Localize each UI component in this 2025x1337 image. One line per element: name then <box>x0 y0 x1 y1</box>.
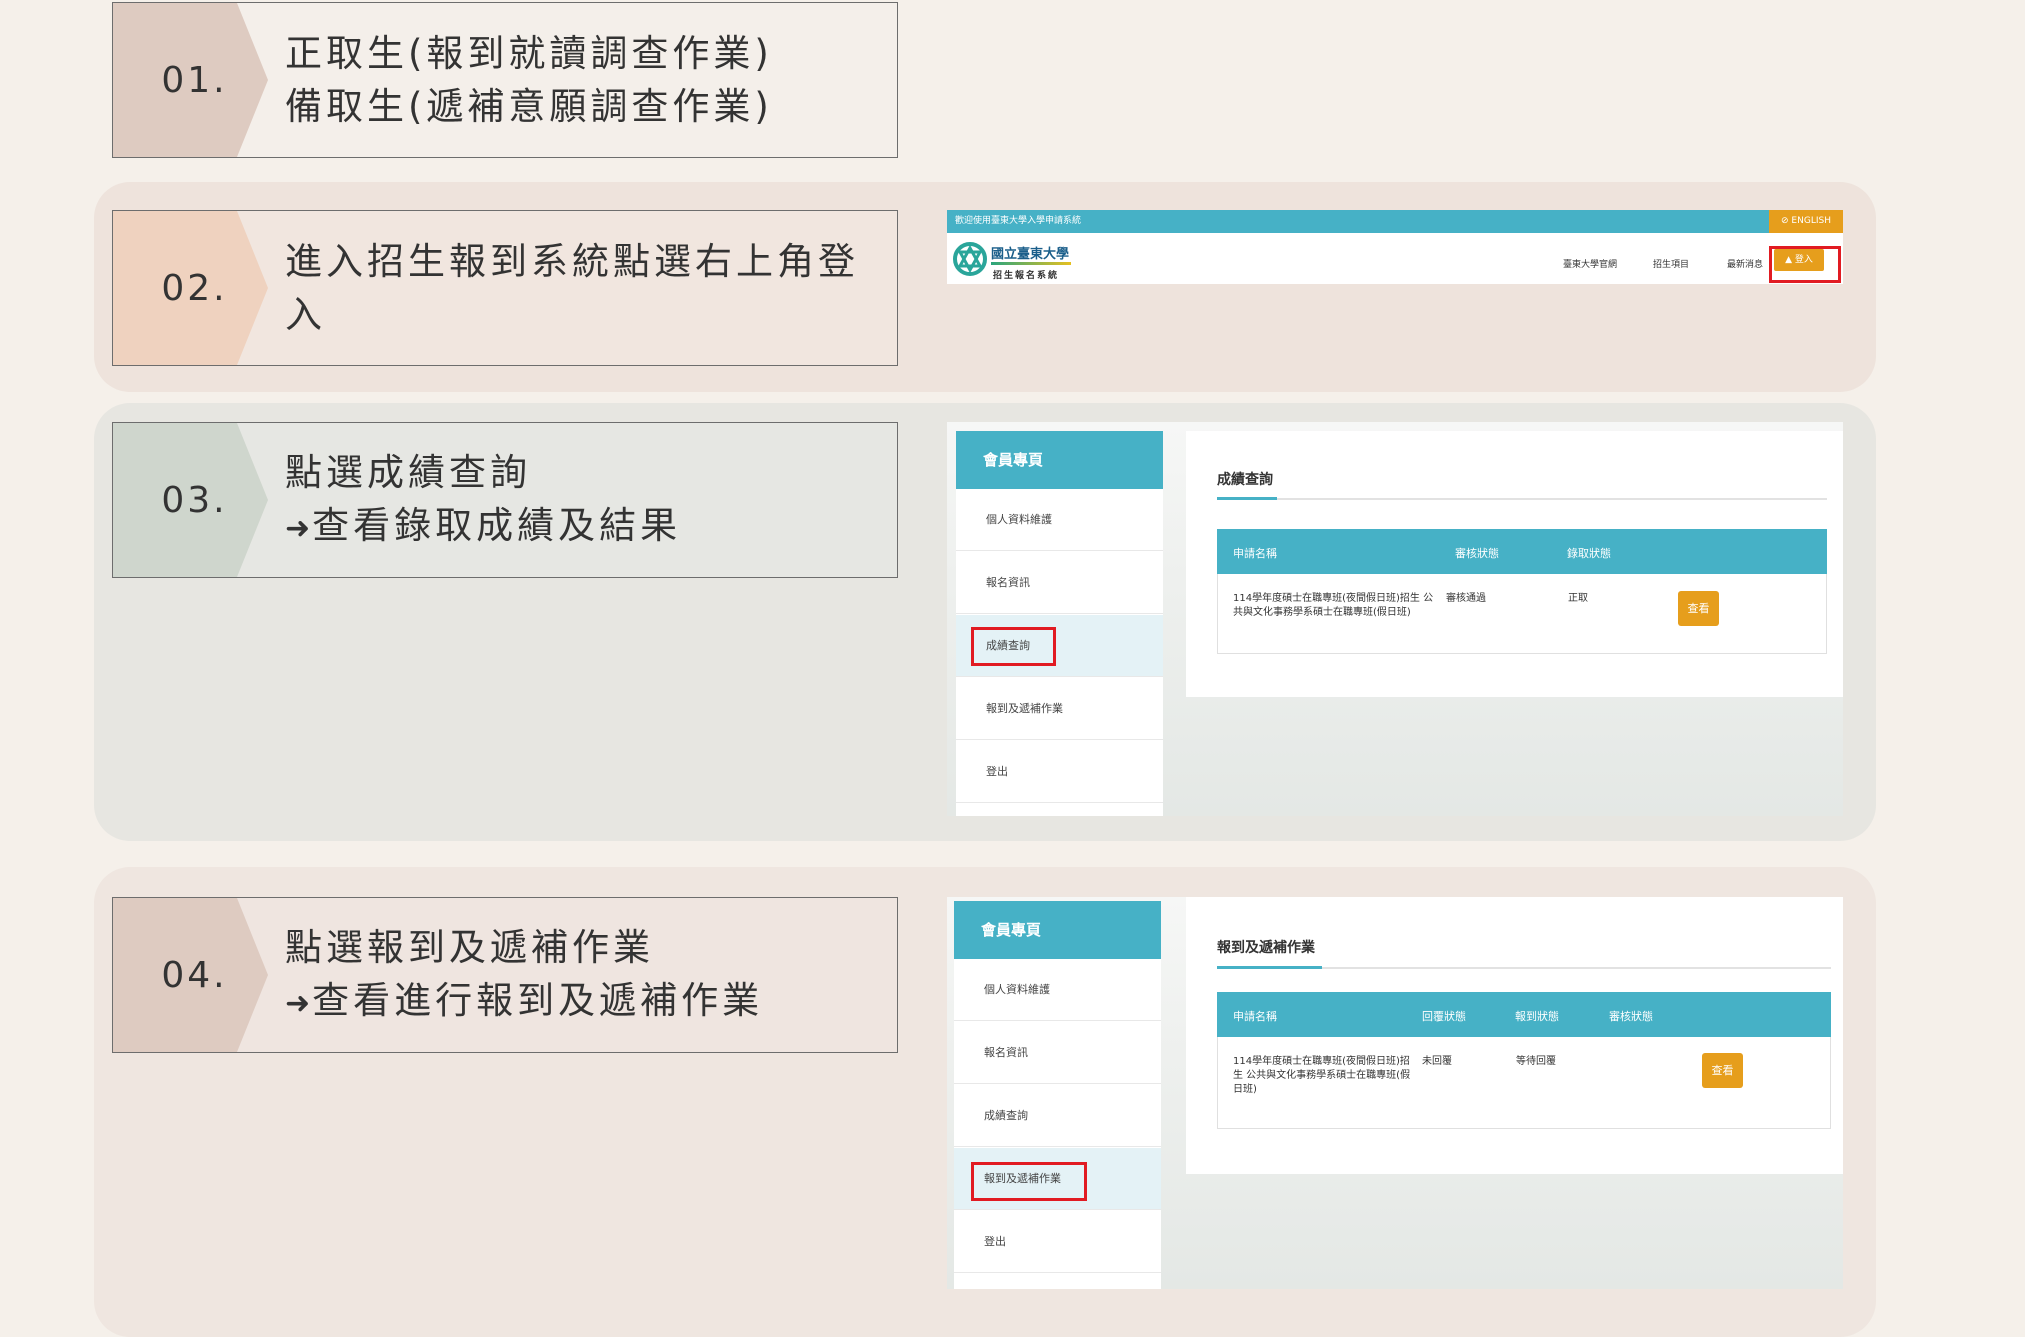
logo-name: 國立臺東大學 <box>991 247 1070 262</box>
step-04-text: 點選報到及遞補作業 ➜查看進行報到及遞補作業 <box>285 898 897 1052</box>
sidebar-item-logout[interactable]: 登出 <box>954 1211 1161 1273</box>
site-header: 國立臺東大學 招生報名系統 臺東大學官網 招生項目 最新消息 ▲ 登入 <box>947 233 1843 284</box>
title-rule <box>1217 498 1827 500</box>
step-04-line2: ➜查看進行報到及遞補作業 <box>285 978 764 1022</box>
login-highlight <box>1769 246 1841 283</box>
report-highlight <box>971 1162 1087 1201</box>
col-review: 審核狀態 <box>1455 547 1499 560</box>
cell-admit-status: 正取 <box>1568 593 1588 604</box>
report-card-title: 報到及遞補作業 <box>1217 940 1315 956</box>
nav-admissions[interactable]: 招生項目 <box>1653 257 1689 270</box>
sidebar-title: 會員專頁 <box>956 431 1163 489</box>
step-04-line1: 點選報到及遞補作業 <box>285 925 654 969</box>
sidebar-item-profile[interactable]: 個人資料維護 <box>954 959 1161 1021</box>
step-04-box: 04. 點選報到及遞補作業 ➜查看進行報到及遞補作業 <box>112 897 898 1053</box>
step-03-line2: ➜查看錄取成績及結果 <box>285 503 682 547</box>
university-logo-icon <box>953 242 987 276</box>
logo-subtitle: 招生報名系統 <box>993 271 1060 281</box>
view-button[interactable]: 查看 <box>1702 1053 1743 1088</box>
step-02-line1: 進入招生報到系統點選右上角登入 <box>285 240 859 336</box>
step-03-line1: 點選成績查詢 <box>285 450 531 494</box>
nav-official-site[interactable]: 臺東大學官網 <box>1563 257 1617 270</box>
sidebar-item-logout[interactable]: 登出 <box>956 741 1163 803</box>
report-table-header: 申請名稱 回覆狀態 報到狀態 審核狀態 <box>1217 992 1831 1037</box>
step-02-text: 進入招生報到系統點選右上角登入 <box>285 211 897 365</box>
score-table-row: 114學年度碩士在職專班(夜間假日班)招生 公共與文化事務學系碩士在職專班(假日… <box>1217 574 1827 654</box>
sidebar-item-registration[interactable]: 報名資訊 <box>954 1022 1161 1084</box>
col-report: 報到狀態 <box>1515 1010 1559 1023</box>
cell-report-status: 等待回覆 <box>1516 1056 1556 1067</box>
col-admit: 錄取狀態 <box>1567 547 1611 560</box>
member-sidebar: 會員專頁 個人資料維護 報名資訊 成績查詢 報到及遞補作業 登出 <box>956 431 1163 816</box>
step-03-box: 03. 點選成績查詢 ➜查看錄取成績及結果 <box>112 422 898 578</box>
report-table-row: 114學年度碩士在職專班(夜間假日班)招生 公共與文化事務學系碩士在職專班(假日… <box>1217 1037 1831 1129</box>
score-table-header: 申請名稱 審核狀態 錄取狀態 <box>1217 529 1827 574</box>
step-02-number: 02. <box>161 267 228 309</box>
score-card: 成績查詢 申請名稱 審核狀態 錄取狀態 114學年度碩士在職專班(夜間假日班)招… <box>1186 431 1843 697</box>
report-card: 報到及遞補作業 申請名稱 回覆狀態 報到狀態 審核狀態 114學年度碩士在職專班… <box>1186 897 1843 1174</box>
title-accent <box>1217 966 1322 969</box>
sidebar-item-score[interactable]: 成績查詢 <box>954 1085 1161 1147</box>
score-card-title: 成績查詢 <box>1217 472 1273 488</box>
arrow-right-icon: ➜ <box>285 985 311 1021</box>
nav-news[interactable]: 最新消息 <box>1727 257 1763 270</box>
arrow-right-icon: ➜ <box>285 510 311 546</box>
logo-underline <box>991 262 1071 265</box>
sidebar-item-profile[interactable]: 個人資料維護 <box>956 489 1163 551</box>
english-link[interactable]: ⊘ ENGLISH <box>1769 210 1843 233</box>
step-02-box: 02. 進入招生報到系統點選右上角登入 <box>112 210 898 366</box>
sidebar-title: 會員專頁 <box>954 901 1161 959</box>
sidebar-item-report[interactable]: 報到及遞補作業 <box>956 678 1163 740</box>
login-screenshot: 歡迎使用臺東大學入學申請系統 ⊘ ENGLISH 國立臺東大學 招生報名系統 臺… <box>947 210 1843 286</box>
cell-application-name: 114學年度碩士在職專班(夜間假日班)招生 公共與文化事務學系碩士在職專班(假日… <box>1233 593 1434 618</box>
col-application: 申請名稱 <box>1233 547 1277 560</box>
sidebar-item-registration[interactable]: 報名資訊 <box>956 552 1163 614</box>
step-04-number: 04. <box>161 954 228 996</box>
step-01-line2: 備取生(遞補意願調查作業) <box>285 85 773 128</box>
score-highlight <box>971 627 1056 666</box>
step-03-text: 點選成績查詢 ➜查看錄取成績及結果 <box>285 423 897 577</box>
step-01-text: 正取生(報到就讀調查作業) 備取生(遞補意願調查作業) <box>285 3 897 157</box>
member-sidebar: 會員專頁 個人資料維護 報名資訊 成績查詢 報到及遞補作業 登出 <box>954 901 1161 1289</box>
welcome-bar: 歡迎使用臺東大學入學申請系統 <box>947 210 1843 233</box>
title-accent <box>1217 497 1277 500</box>
step-03-number: 03. <box>161 479 228 521</box>
cell-reply-status: 未回覆 <box>1422 1056 1452 1067</box>
col-application: 申請名稱 <box>1233 1010 1277 1023</box>
cell-review-status: 審核通過 <box>1446 593 1486 604</box>
col-reply: 回覆狀態 <box>1422 1010 1466 1023</box>
step-01-number: 01. <box>161 59 228 101</box>
cell-application-name: 114學年度碩士在職專班(夜間假日班)招生 公共與文化事務學系碩士在職專班(假日… <box>1233 1056 1411 1095</box>
view-button[interactable]: 查看 <box>1678 591 1719 626</box>
col-review: 審核狀態 <box>1609 1010 1653 1023</box>
report-screenshot: 會員專頁 個人資料維護 報名資訊 成績查詢 報到及遞補作業 登出 報到及遞補作業… <box>947 897 1843 1289</box>
step-01-box: 01. 正取生(報到就讀調查作業) 備取生(遞補意願調查作業) <box>112 2 898 158</box>
step-01-line1: 正取生(報到就讀調查作業) <box>285 32 773 75</box>
score-screenshot: 會員專頁 個人資料維護 報名資訊 成績查詢 報到及遞補作業 登出 成績查詢 申請… <box>947 422 1843 816</box>
